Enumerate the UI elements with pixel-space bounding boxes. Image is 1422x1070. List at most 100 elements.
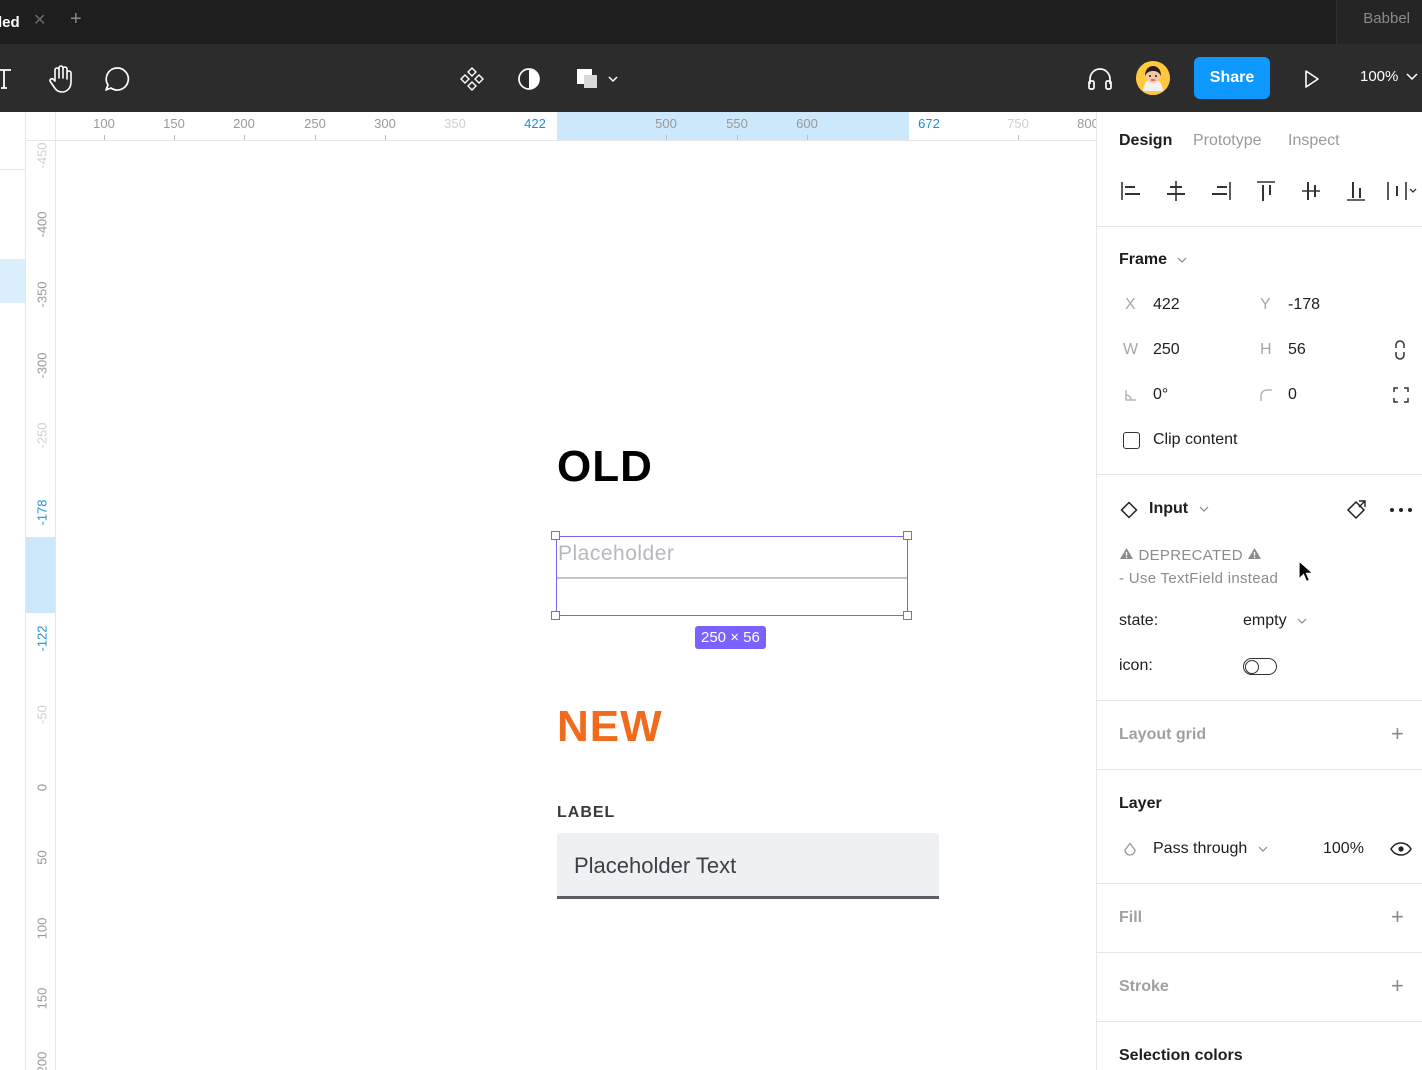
distribute-icon[interactable] bbox=[1385, 178, 1419, 204]
icon-toggle[interactable] bbox=[1243, 658, 1277, 675]
ruler-label-selection-start: 422 bbox=[524, 116, 546, 131]
ruler-label: 200 bbox=[233, 116, 255, 131]
file-tab[interactable]: led bbox=[0, 0, 60, 44]
avatar[interactable] bbox=[1136, 61, 1170, 95]
resize-handle-top-left[interactable] bbox=[551, 531, 560, 540]
layers-panel-edge bbox=[0, 112, 26, 1070]
old-input-component[interactable]: Placeholder bbox=[551, 531, 912, 620]
component-name[interactable]: Input bbox=[1149, 500, 1209, 518]
resize-handle-bottom-left[interactable] bbox=[551, 611, 560, 620]
present-play-icon[interactable] bbox=[1297, 64, 1327, 94]
ruler-label: 500 bbox=[655, 116, 677, 131]
align-left-icon[interactable] bbox=[1119, 178, 1143, 204]
section-divider bbox=[1097, 700, 1422, 701]
selected-layer-highlight[interactable] bbox=[0, 259, 25, 303]
rotation-icon bbox=[1125, 390, 1136, 401]
team-tab-label: Babbel bbox=[1363, 10, 1410, 27]
new-input-placeholder: Placeholder Text bbox=[574, 853, 737, 878]
add-layout-grid-icon[interactable]: + bbox=[1391, 721, 1404, 747]
rotation-field[interactable]: 0° bbox=[1153, 386, 1168, 404]
warning-icon bbox=[1248, 548, 1262, 559]
selection-box bbox=[556, 536, 908, 616]
frame-section-title[interactable]: Frame bbox=[1119, 251, 1187, 269]
h-field[interactable]: 56 bbox=[1288, 341, 1306, 359]
ruler-label: -250 bbox=[34, 422, 50, 449]
section-divider bbox=[1097, 883, 1422, 884]
ruler-label: -50 bbox=[34, 705, 50, 724]
eye-visibility-icon[interactable] bbox=[1390, 842, 1412, 856]
text-tool-icon[interactable] bbox=[0, 64, 20, 94]
new-heading[interactable]: NEW bbox=[557, 702, 663, 752]
audio-headphones-icon[interactable] bbox=[1085, 64, 1115, 94]
instance-diamond-icon bbox=[1120, 501, 1138, 519]
fill-title: Fill bbox=[1119, 909, 1143, 926]
corner-radius-icon bbox=[1260, 389, 1272, 401]
vertical-ruler: -450 -400 -350 -300 -250 -178 -122 -50 0… bbox=[26, 141, 56, 1070]
ruler-label: 350 bbox=[444, 116, 466, 131]
share-button[interactable]: Share bbox=[1194, 57, 1270, 99]
ruler-label: -300 bbox=[34, 352, 50, 379]
component-icon[interactable] bbox=[457, 64, 487, 94]
old-heading[interactable]: OLD bbox=[557, 442, 653, 492]
dimension-badge: 250 × 56 bbox=[695, 626, 766, 649]
align-horizontal-center-icon[interactable] bbox=[1164, 178, 1188, 204]
add-fill-icon[interactable]: + bbox=[1391, 904, 1404, 930]
ruler-label: 250 bbox=[304, 116, 326, 131]
ruler-label-selection-end: -122 bbox=[34, 625, 50, 652]
hand-tool-icon[interactable] bbox=[46, 64, 76, 94]
design-canvas[interactable]: OLD Placeholder 250 × 56 NEW LABEL Place… bbox=[57, 142, 1096, 1070]
resize-handle-top-right[interactable] bbox=[903, 531, 912, 540]
chevron-down-icon bbox=[1199, 506, 1208, 512]
align-vertical-center-icon[interactable] bbox=[1299, 178, 1323, 204]
horizontal-ruler: 100 150 200 250 300 350 422 500 550 600 … bbox=[56, 112, 1096, 141]
close-tab-icon[interactable]: ✕ bbox=[33, 10, 46, 30]
contrast-icon[interactable] bbox=[514, 64, 544, 94]
x-label: X bbox=[1125, 296, 1136, 313]
independent-corners-icon[interactable] bbox=[1393, 387, 1409, 403]
clip-content-checkbox[interactable] bbox=[1123, 432, 1140, 449]
chevron-down-icon bbox=[1258, 846, 1268, 852]
x-field[interactable]: 422 bbox=[1153, 296, 1180, 314]
zoom-level[interactable]: 100% bbox=[1360, 68, 1398, 85]
new-input-label[interactable]: LABEL bbox=[557, 804, 615, 822]
h-label: H bbox=[1260, 341, 1272, 358]
align-bottom-icon[interactable] bbox=[1344, 178, 1368, 204]
ruler-label: 300 bbox=[374, 116, 396, 131]
align-top-icon[interactable] bbox=[1254, 178, 1278, 204]
section-divider bbox=[1097, 226, 1422, 227]
comment-tool-icon[interactable] bbox=[102, 64, 132, 94]
state-property-label: state: bbox=[1119, 612, 1159, 629]
ruler-label-selection-start: -178 bbox=[34, 499, 50, 526]
properties-panel: Design Prototype Inspect Frame X 422 Y -… bbox=[1096, 112, 1422, 1070]
y-field[interactable]: -178 bbox=[1288, 296, 1320, 314]
layer-opacity-field[interactable]: 100% bbox=[1323, 840, 1364, 858]
warning-icon bbox=[1120, 548, 1133, 559]
tab-inspect[interactable]: Inspect bbox=[1288, 132, 1340, 150]
ruler-label: 150 bbox=[34, 987, 50, 1010]
ruler-corner bbox=[26, 112, 56, 141]
shapes-icon[interactable] bbox=[572, 64, 622, 94]
state-dropdown[interactable]: empty bbox=[1243, 612, 1307, 630]
new-input-component[interactable]: Placeholder Text bbox=[557, 833, 939, 899]
team-tab[interactable]: Babbel bbox=[1336, 0, 1422, 44]
blend-drop-icon bbox=[1124, 842, 1136, 856]
constrain-proportions-icon[interactable] bbox=[1393, 339, 1407, 361]
go-to-main-component-icon[interactable] bbox=[1345, 499, 1367, 521]
corner-radius-field[interactable]: 0 bbox=[1288, 386, 1297, 404]
align-right-icon[interactable] bbox=[1209, 178, 1233, 204]
add-tab-icon[interactable]: + bbox=[70, 8, 82, 31]
more-options-icon[interactable] bbox=[1389, 506, 1413, 514]
tab-prototype[interactable]: Prototype bbox=[1193, 132, 1261, 150]
tab-design[interactable]: Design bbox=[1119, 132, 1172, 150]
ruler-label: 0 bbox=[34, 783, 50, 792]
zoom-chevron-down-icon[interactable] bbox=[1406, 71, 1418, 81]
blend-mode-dropdown[interactable]: Pass through bbox=[1153, 840, 1268, 858]
section-divider bbox=[1097, 952, 1422, 953]
mouse-cursor-icon bbox=[1298, 560, 1313, 583]
add-stroke-icon[interactable]: + bbox=[1391, 973, 1404, 999]
ruler-label: 750 bbox=[1007, 116, 1029, 131]
w-field[interactable]: 250 bbox=[1153, 341, 1180, 359]
blend-mode-value: Pass through bbox=[1153, 840, 1248, 857]
deprecated-note: DEPRECATED - Use TextField instead bbox=[1119, 544, 1278, 590]
resize-handle-bottom-right[interactable] bbox=[903, 611, 912, 620]
